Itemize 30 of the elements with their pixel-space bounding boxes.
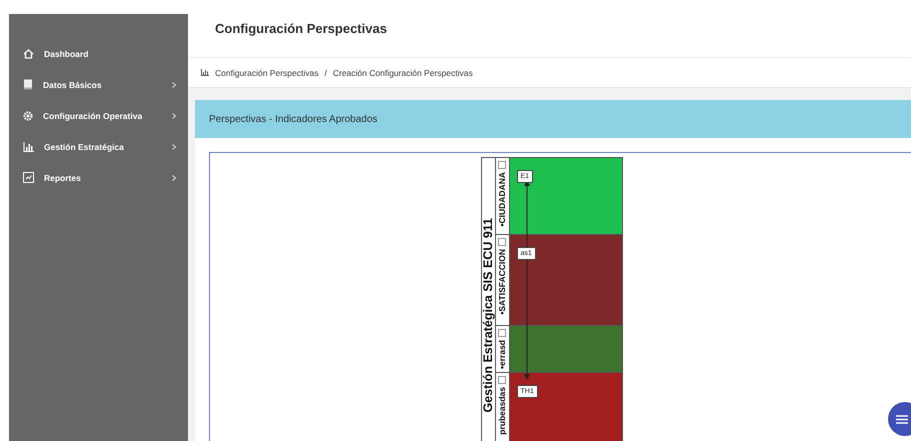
collapse-toggle[interactable]: [498, 329, 506, 337]
gear-icon: [23, 110, 33, 120]
chevron-icon: [172, 82, 176, 88]
sidebar-item[interactable]: Dashboard: [9, 38, 188, 69]
lane-label: prubeasdas: [498, 387, 506, 435]
home-icon: [23, 48, 34, 58]
chevron-icon: [172, 144, 176, 150]
lane-label: •CIUDADANA: [498, 172, 506, 226]
report-icon: [23, 172, 34, 183]
sidebar-item[interactable]: Configuración Operativa: [9, 100, 188, 131]
chevron-icon: [172, 112, 176, 118]
sidebar-item[interactable]: Reportes: [9, 162, 188, 193]
lane-label: •errasd: [498, 340, 506, 369]
panel-title: Perspectivas - Indicadores Aprobados: [209, 114, 378, 124]
page-title: Configuración Perspectivas: [215, 21, 387, 36]
bar-chart-icon: [23, 142, 34, 152]
breadcrumb-separator: /: [324, 68, 327, 78]
bar-chart-icon: [201, 69, 209, 76]
book-icon: [23, 79, 33, 90]
list-icon: [896, 414, 908, 424]
breadcrumb-item: Creación Configuración Perspectivas: [332, 68, 473, 78]
collapse-toggle[interactable]: [498, 376, 506, 384]
sidebar-item[interactable]: Gestión Estratégica: [9, 131, 188, 162]
pool-title: Gestión Estratégica SIS ECU 911: [482, 218, 494, 413]
chevron-icon: [172, 174, 176, 180]
collapse-toggle[interactable]: [498, 161, 506, 169]
breadcrumb-item[interactable]: Configuración Perspectivas: [215, 68, 318, 78]
collapse-toggle[interactable]: [498, 238, 506, 246]
lane-label: •SATISFACCION: [498, 249, 506, 315]
sidebar-item[interactable]: Datos Básicos: [9, 69, 188, 100]
